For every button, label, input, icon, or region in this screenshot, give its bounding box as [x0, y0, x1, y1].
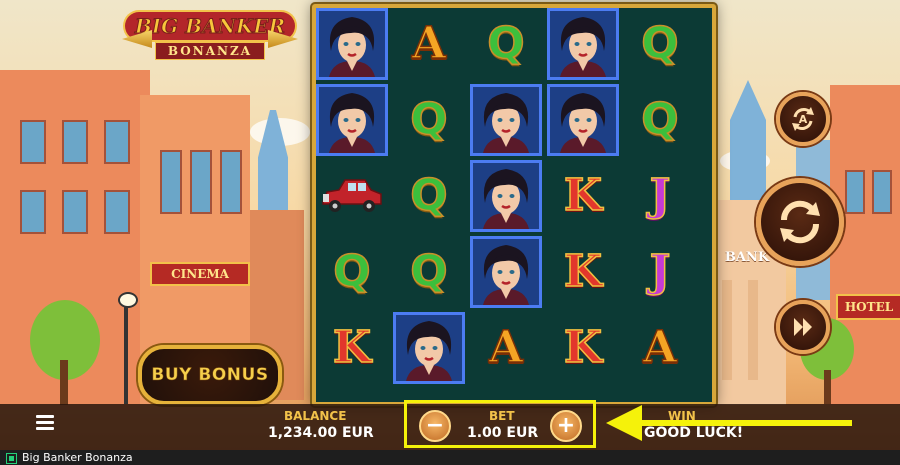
symbol-letter: K: [332, 322, 372, 373]
reel-symbol-j: J: [624, 160, 696, 232]
window: [20, 190, 46, 234]
win-message: GOOD LUCK!: [644, 425, 744, 441]
autoplay-button[interactable]: A: [776, 92, 830, 146]
banker-woman-icon: [560, 93, 606, 153]
window: [872, 170, 892, 214]
reel-symbol-a: A: [470, 312, 542, 384]
window: [160, 150, 182, 214]
banker-woman-icon: [483, 245, 529, 305]
game-logo: BIG BANKER BONANZA: [120, 12, 300, 64]
window: [62, 120, 88, 164]
svg-text:A: A: [799, 113, 808, 126]
reel-symbol-k: K: [547, 236, 619, 308]
reel-symbol-q: Q: [470, 8, 542, 80]
symbol-letter: K: [563, 322, 603, 373]
footer-title: Big Banker Bonanza: [22, 451, 133, 464]
spin-icon: [780, 200, 820, 244]
banker-woman-icon: [329, 93, 375, 153]
reel-symbol-a: A: [624, 312, 696, 384]
symbol-letter: K: [563, 170, 603, 221]
reel-symbol-banker: [393, 312, 465, 384]
bet-increase-button[interactable]: +: [550, 410, 582, 442]
reel-symbol-banker: [470, 236, 542, 308]
reel-symbol-banker: [470, 84, 542, 156]
tree-trunk: [824, 370, 831, 404]
window: [20, 120, 46, 164]
spin-button[interactable]: [756, 178, 844, 266]
logo-subtitle: BONANZA: [154, 42, 266, 60]
symbol-letter: Q: [641, 18, 680, 69]
reel-symbol-k: K: [547, 312, 619, 384]
reel-symbol-k: K: [316, 312, 388, 384]
tree-trunk: [60, 360, 68, 405]
fast-forward-icon: [794, 318, 812, 336]
column: [722, 280, 732, 380]
reel-symbol-j: J: [624, 236, 696, 308]
vintage-car-icon: [322, 179, 382, 212]
symbol-letter: J: [649, 246, 671, 297]
autoplay-icon: A: [792, 107, 814, 131]
buy-bonus-button[interactable]: BUY BONUS: [138, 345, 282, 405]
banker-woman-icon: [483, 169, 529, 229]
turbo-button[interactable]: [776, 300, 830, 354]
banker-woman-icon: [406, 321, 452, 381]
banker-woman-icon: [560, 17, 606, 77]
window: [220, 150, 242, 214]
hotel-sign: HOTEL: [836, 294, 900, 320]
balance-value: 1,234.00 EUR: [268, 425, 374, 441]
reel-symbol-a: A: [393, 8, 465, 80]
symbol-letter: Q: [487, 18, 526, 69]
bet-value: 1.00 EUR: [467, 425, 539, 441]
bet-decrease-button[interactable]: −: [419, 410, 451, 442]
symbol-letter: Q: [333, 246, 372, 297]
window-footer: [0, 450, 900, 465]
reel-symbol-q: Q: [393, 160, 465, 232]
window: [845, 170, 865, 214]
reel-symbol-q: Q: [316, 236, 388, 308]
bet-label: BET: [489, 409, 515, 423]
reel-symbol-banker: [547, 84, 619, 156]
symbol-letter: Q: [410, 170, 449, 221]
reel-symbol-banker: [470, 160, 542, 232]
cinema-sign: CINEMA: [150, 262, 250, 286]
symbol-letter: Q: [641, 94, 680, 145]
symbol-letter: A: [488, 322, 524, 373]
app-icon: [6, 453, 17, 464]
banker-woman-icon: [329, 17, 375, 77]
reel-symbol-banker: [316, 8, 388, 80]
reel-symbol-k: K: [547, 160, 619, 232]
reel-symbol-q: Q: [624, 8, 696, 80]
hamburger-menu-icon[interactable]: [36, 415, 54, 431]
reel-symbol-banker: [547, 8, 619, 80]
reel-symbol-q: Q: [393, 236, 465, 308]
symbol-letter: A: [411, 18, 447, 69]
window: [104, 120, 130, 164]
window: [190, 150, 212, 214]
symbol-letter: K: [563, 246, 603, 297]
street-lamp: [124, 300, 128, 404]
buy-bonus-label: BUY BONUS: [151, 365, 269, 386]
banker-woman-icon: [483, 93, 529, 153]
reel-symbol-q: Q: [393, 84, 465, 156]
symbol-letter: Q: [410, 246, 449, 297]
balance-label: BALANCE: [284, 409, 347, 423]
window: [62, 190, 88, 234]
column: [748, 280, 758, 380]
lamp-head: [118, 292, 138, 308]
annotation-arrow-head: [606, 405, 642, 441]
symbol-letter: A: [642, 322, 678, 373]
reel-symbol-banker: [316, 84, 388, 156]
reel-grid: QKAQQQQAKKKQQJJA: [316, 8, 704, 394]
reel-symbol-q: Q: [624, 84, 696, 156]
symbol-letter: Q: [410, 94, 449, 145]
reel-symbol-car: [316, 160, 388, 232]
annotation-arrow-shaft: [640, 420, 852, 426]
window: [104, 190, 130, 234]
symbol-letter: J: [649, 170, 671, 221]
